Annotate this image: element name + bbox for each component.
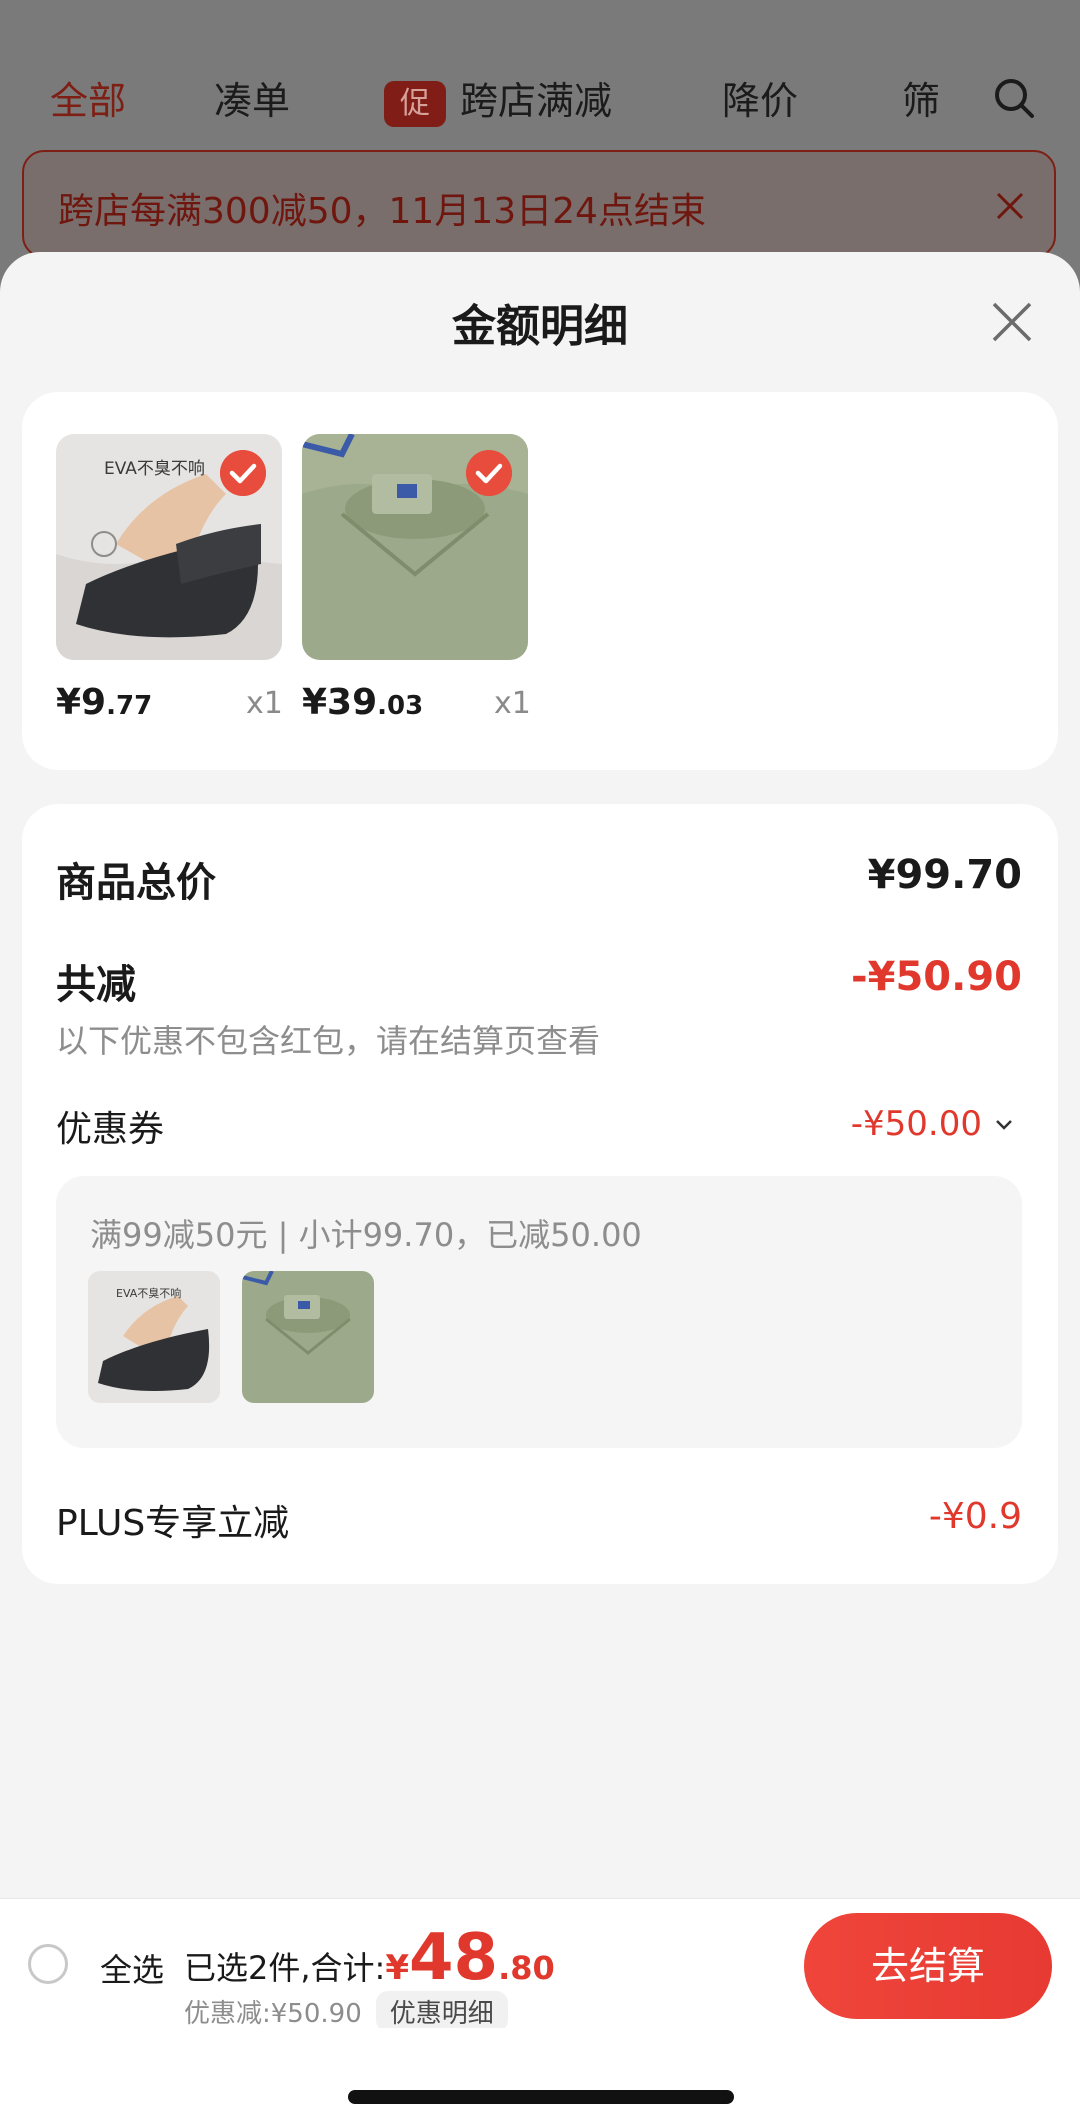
background-tab-bar: 全部 凑单 促跨店满减 降价 筛 — [0, 60, 1080, 130]
product-quantity: x1 — [246, 686, 283, 721]
select-all-radio[interactable] — [28, 1944, 68, 1984]
promo-banner-text: 跨店每满300减50，11月13日24点结束 — [58, 191, 706, 232]
tab-cross-store[interactable]: 促跨店满减 — [384, 70, 612, 127]
products-card: EVA不臭不响 ¥9.77 x1 ¥39.03 x1 — [22, 392, 1058, 770]
coupon-detail-text: 满99减50元 | 小计99.70，已减50.00 — [90, 1216, 642, 1254]
reduce-value: -¥50.90 — [851, 954, 1022, 1000]
reduce-label: 共减 — [56, 962, 136, 1008]
total-value: ¥99.70 — [867, 852, 1022, 898]
close-icon[interactable] — [990, 300, 1034, 344]
total-integer: 48 — [409, 1921, 499, 1995]
background-header — [0, 0, 1080, 60]
selected-summary: 已选2件,合计:¥48.80 — [184, 1921, 555, 1995]
discount-text: 优惠减:¥50.90 — [184, 1999, 362, 2029]
total-decimal: .80 — [498, 1949, 555, 1987]
checkout-button[interactable]: 去结算 — [804, 1913, 1052, 2019]
tab-cross-store-label: 跨店满减 — [460, 79, 613, 123]
selected-count-text: 已选2件,合计: — [184, 1949, 386, 1987]
tab-filter[interactable]: 筛 — [902, 70, 958, 125]
search-icon[interactable] — [992, 76, 1036, 120]
selected-check-icon[interactable] — [466, 450, 512, 496]
thumb-label: EVA不臭不响 — [104, 459, 205, 479]
promo-badge: 促 — [384, 80, 446, 127]
discount-summary: 优惠减:¥50.90 优惠明细 — [184, 1991, 508, 2032]
sheet-title: 金额明细 — [452, 301, 628, 352]
promo-banner: 跨店每满300减50，11月13日24点结束 — [22, 150, 1056, 258]
home-bar-area — [0, 2028, 1080, 2125]
home-indicator[interactable] — [348, 2090, 734, 2104]
price-integer: ¥9 — [56, 682, 107, 723]
coupon-product-image — [242, 1271, 374, 1403]
checkout-bar: 全选 已选2件,合计:¥48.80 优惠减:¥50.90 优惠明细 去结算 — [0, 1898, 1080, 2032]
product-image[interactable] — [302, 434, 528, 660]
chevron-down-icon[interactable] — [994, 1118, 1014, 1132]
tab-all[interactable]: 全部 — [50, 70, 126, 125]
coupon-label: 优惠券 — [56, 1109, 165, 1150]
product-quantity: x1 — [494, 686, 531, 721]
coupon-product-image: EVA不臭不响 — [88, 1271, 220, 1403]
plus-discount-value: -¥0.9 — [928, 1496, 1022, 1537]
selected-check-icon[interactable] — [220, 450, 266, 496]
close-icon[interactable] — [994, 190, 1026, 222]
product-price: ¥39.03 — [302, 682, 423, 723]
product-price: ¥9.77 — [56, 682, 152, 723]
tab-bundle[interactable]: 凑单 — [214, 70, 290, 125]
discount-detail-button[interactable]: 优惠明细 — [375, 1991, 508, 2032]
price-integer: ¥39 — [302, 682, 378, 723]
coupon-value[interactable]: -¥50.00 — [700, 1104, 982, 1144]
price-decimal: .77 — [106, 691, 153, 721]
total-label: 商品总价 — [56, 860, 216, 906]
plus-discount-label: PLUS专享立减 — [56, 1503, 290, 1544]
coupon-detail-box: 满99减50元 | 小计99.70，已减50.00 EVA不臭不响 — [56, 1176, 1022, 1448]
mini-thumb-label: EVA不臭不响 — [116, 1286, 181, 1300]
select-all-label[interactable]: 全选 — [100, 1945, 164, 1991]
total-currency: ¥ — [385, 1948, 409, 1988]
tab-price-drop[interactable]: 降价 — [722, 70, 798, 125]
price-decimal: .03 — [377, 691, 424, 721]
product-image[interactable]: EVA不臭不响 — [56, 434, 282, 660]
reduce-note: 以下优惠不包含红包，请在结算页查看 — [56, 1022, 601, 1060]
